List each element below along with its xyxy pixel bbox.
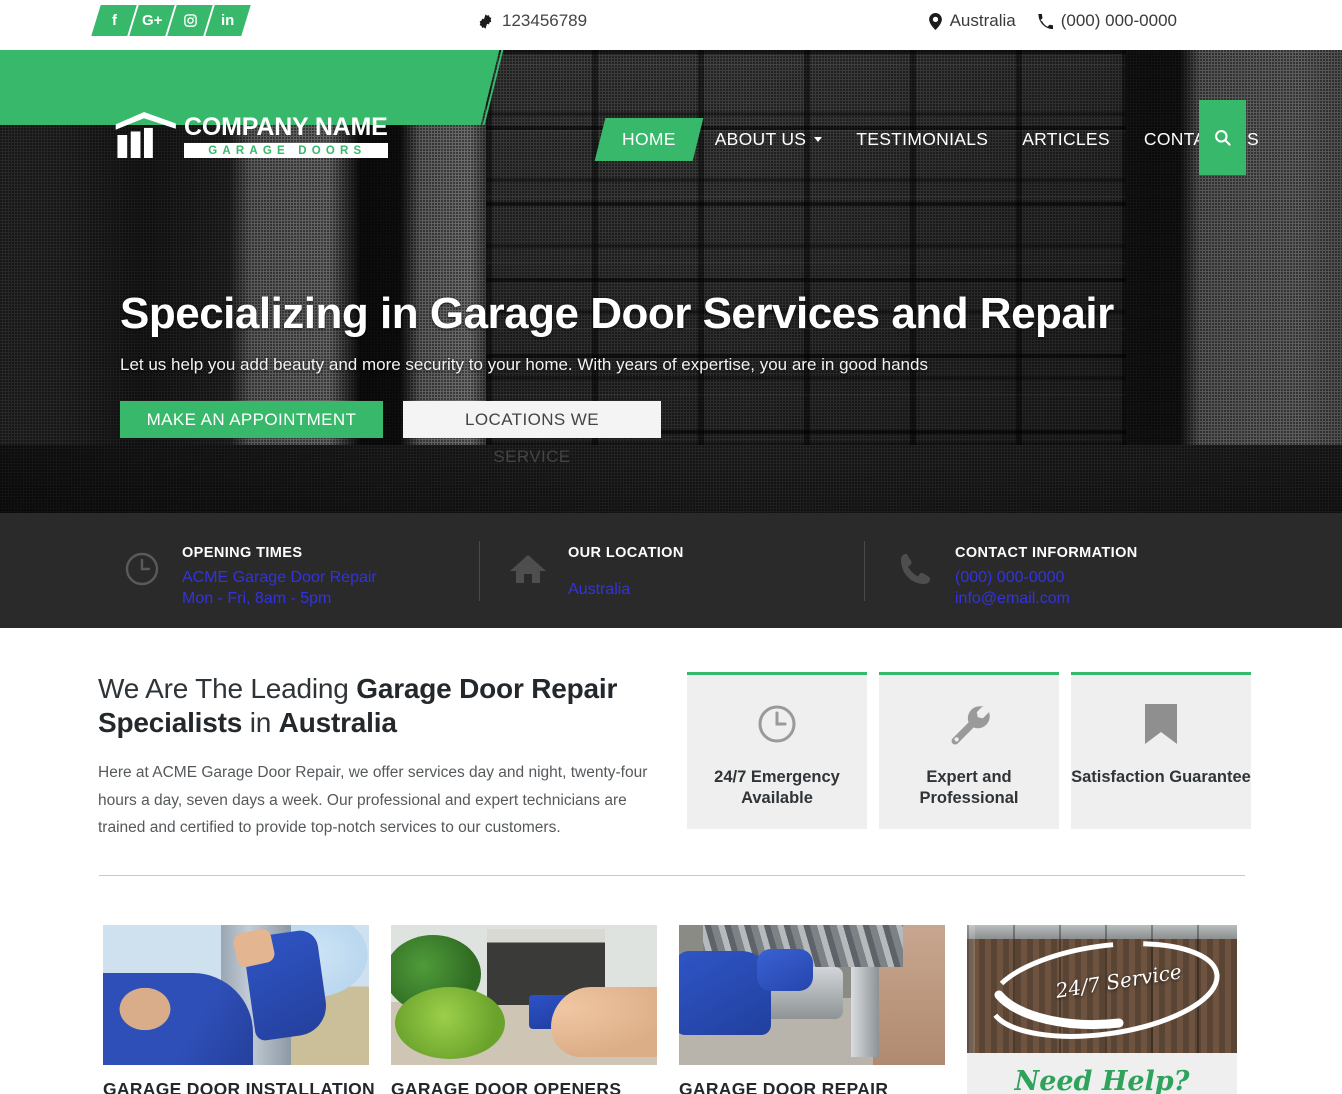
info-column-opening-times: OPENING TIMES ACME Garage Door Repair Mo… [122, 545, 377, 609]
nav-item-testimonials[interactable]: TESTIMONIALS [839, 118, 1005, 161]
feature-label-satisfaction: Satisfaction Guarantee [1071, 768, 1251, 786]
garage-door-repair-photo [679, 925, 945, 1065]
need-help-body: Need Help? [967, 1053, 1237, 1094]
location-text: Australia [949, 11, 1016, 30]
info-divider-2 [864, 541, 865, 601]
home-icon [508, 545, 548, 589]
phone-item[interactable]: (000) 000-0000 [1037, 11, 1177, 31]
info-heading-contact-information: CONTACT INFORMATION [955, 545, 1138, 561]
certificate-seal-icon [478, 13, 493, 29]
info-line-phone[interactable]: (000) 000-0000 [955, 567, 1138, 588]
info-divider-1 [479, 541, 480, 601]
feature-cards: 24/7 Emergency Available Expert and Prof… [687, 672, 1251, 829]
clock-icon [122, 545, 162, 589]
facebook-glyph: f [111, 12, 117, 29]
intro-title-part1: We Are The Leading [98, 673, 357, 704]
search-icon [1213, 128, 1232, 147]
logo-title: COMPANY NAME [184, 112, 388, 141]
nav-item-home[interactable]: HOME [594, 118, 704, 161]
hero-title: Specializing in Garage Door Services and… [120, 289, 1114, 338]
feature-card-satisfaction[interactable]: Satisfaction Guarantee [1071, 672, 1251, 829]
site-logo[interactable]: COMPANY NAME GARAGE DOORS [112, 112, 388, 158]
info-heading-our-location: OUR LOCATION [568, 545, 684, 561]
page-title: We Are The Leading Garage Door Repair Sp… [98, 672, 658, 739]
main-navigation: HOME ABOUT US TESTIMONIALS ARTICLES CONT… [594, 118, 1276, 161]
main-content: We Are The Leading Garage Door Repair Sp… [0, 628, 1342, 1094]
top-bar: f G+ in 123456789 Australia (000) 000-00… [0, 0, 1342, 50]
storage-garages-photo: 24/7 Service [967, 925, 1237, 1053]
nav-item-articles[interactable]: ARTICLES [1005, 118, 1127, 161]
wrench-icon [946, 701, 992, 747]
feature-card-emergency[interactable]: 24/7 Emergency Available [687, 672, 867, 829]
phone-text: (000) 000-0000 [1060, 11, 1177, 30]
hero-subtitle: Let us help you add beauty and more secu… [120, 354, 928, 374]
bookmark-icon [1143, 701, 1179, 747]
top-bar-contact: Australia (000) 000-0000 [928, 11, 1177, 31]
search-button[interactable] [1199, 100, 1246, 175]
need-help-title: Need Help? [1014, 1065, 1190, 1094]
info-bar: OPENING TIMES ACME Garage Door Repair Mo… [0, 513, 1342, 628]
service-title-installation: GARAGE DOOR INSTALLATION [103, 1079, 375, 1094]
service-card-openers[interactable]: GARAGE DOOR OPENERS [391, 925, 657, 1094]
license-number: 123456789 [502, 11, 588, 30]
nav-label-testimonials: TESTIMONIALS [856, 129, 989, 149]
make-an-appointment-button[interactable]: MAKE AN APPOINTMENT [120, 400, 383, 438]
clock-icon [754, 701, 800, 747]
nav-item-about-us[interactable]: ABOUT US [698, 118, 840, 161]
glove-right [757, 949, 813, 991]
phone-icon [1037, 13, 1053, 29]
info-line-hours[interactable]: Mon - Fri, 8am - 5pm [182, 588, 377, 609]
intro-title-bold2: Australia [278, 706, 397, 738]
nav-label-articles: ARTICLES [1022, 129, 1110, 149]
license-info: 123456789 [478, 11, 587, 31]
service-title-openers: GARAGE DOOR OPENERS [391, 1079, 622, 1094]
hand-holding-remote [551, 987, 657, 1057]
service-card-installation[interactable]: GARAGE DOOR INSTALLATION [103, 925, 375, 1094]
info-line-company[interactable]: ACME Garage Door Repair [182, 567, 377, 588]
info-heading-opening-times: OPENING TIMES [182, 545, 303, 561]
hero-buttons: MAKE AN APPOINTMENT LOCATIONS WE SERVICE [120, 400, 1220, 466]
hero-section: COMPANY NAME GARAGE DOORS HOME ABOUT US … [0, 50, 1342, 513]
location-item[interactable]: Australia [928, 11, 1016, 31]
google-plus-glyph: G+ [141, 12, 163, 29]
info-line-location[interactable]: Australia [568, 579, 684, 600]
intro-body-text: Here at ACME Garage Door Repair, we offe… [98, 764, 648, 837]
feature-label-emergency: 24/7 Emergency Available [714, 768, 840, 808]
linkedin-icon[interactable]: in [205, 5, 251, 36]
garage-door-openers-photo [391, 925, 657, 1065]
feature-label-expert: Expert and Professional [919, 768, 1019, 808]
need-help-card[interactable]: 24/7 Service Need Help? [967, 925, 1237, 1094]
section-divider [99, 875, 1245, 876]
logo-subtitle: GARAGE DOORS [184, 142, 388, 158]
service-cards: GARAGE DOOR INSTALLATION GARAGE DOOR OPE… [103, 925, 1237, 1094]
garage-door-installation-photo [103, 925, 369, 1065]
nav-label-home: HOME [622, 129, 676, 149]
linkedin-glyph: in [221, 12, 235, 29]
locations-we-service-button[interactable]: LOCATIONS WE SERVICE [403, 400, 661, 466]
nav-label-about-us: ABOUT US [714, 129, 807, 149]
info-column-contact-information: CONTACT INFORMATION (000) 000-0000 info@… [895, 545, 1138, 609]
intro-block: We Are The Leading Garage Door Repair Sp… [98, 672, 658, 842]
phone-handset-icon [895, 545, 935, 589]
hero-content: Specializing in Garage Door Services and… [120, 289, 1220, 466]
garage-house-icon [112, 112, 176, 158]
bush-light [395, 987, 505, 1059]
feature-card-expert[interactable]: Expert and Professional [879, 672, 1059, 829]
info-column-our-location: OUR LOCATION Australia [508, 545, 684, 600]
service-card-repair[interactable]: GARAGE DOOR REPAIR [679, 925, 945, 1094]
chevron-down-icon [814, 137, 823, 142]
intro-title-part2: in [242, 706, 279, 738]
info-line-email[interactable]: info@email.com [955, 588, 1138, 609]
social-links: f G+ in [91, 5, 251, 36]
service-title-repair: GARAGE DOOR REPAIR [679, 1079, 889, 1094]
map-pin-icon [928, 12, 942, 30]
